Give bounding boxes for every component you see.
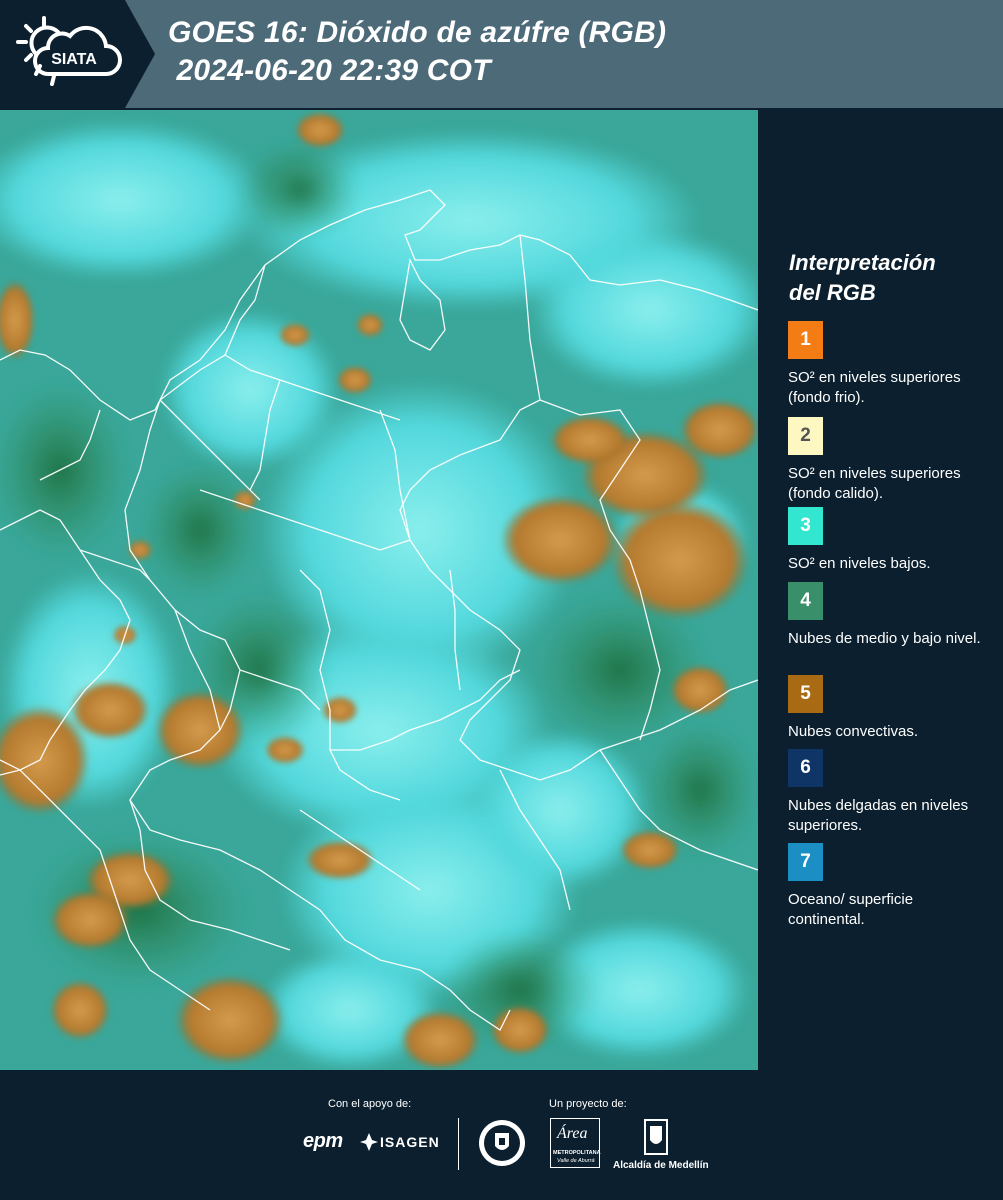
- legend-swatch-2: 2: [788, 417, 823, 455]
- legend-label-7: Oceano/ superficie continental.: [788, 891, 914, 928]
- epm-logo: epm: [303, 1130, 343, 1152]
- satellite-map[interactable]: [0, 110, 758, 1070]
- legend-label-3: SO² en niveles bajos.: [788, 555, 931, 572]
- alcaldia-label: Alcaldía de Medellín: [613, 1160, 709, 1171]
- legend-item-4: 4 Nubes de medio y bajo nivel.: [788, 582, 993, 649]
- legend-label-2: SO² en niveles superiores (fondo calido)…: [788, 465, 961, 502]
- isagen-icon: [360, 1133, 378, 1156]
- area-metro-sub1: METROPOLITANA: [553, 1150, 601, 1156]
- title-line-2: 2024-06-20 22:39 COT: [168, 54, 491, 87]
- legend-item-5: 5 Nubes convectivas.: [788, 675, 993, 742]
- support-label: Con el apoyo de:: [328, 1098, 412, 1110]
- siata-logo: SIATA: [16, 16, 122, 86]
- legend-item-2: 2 SO² en niveles superiores (fondo calid…: [788, 417, 993, 504]
- legend-title-line-2: del RGB: [789, 280, 876, 305]
- legend-title: Interpretación del RGB: [789, 248, 936, 308]
- legend-item-7: 7 Oceano/ superficie continental.: [788, 843, 993, 930]
- alcaldia-shield-icon: [643, 1118, 669, 1161]
- legend-swatch-5: 5: [788, 675, 823, 713]
- isagen-logo: ISAGEN: [380, 1134, 440, 1150]
- area-metropolitana-logo: Área METROPOLITANA Valle de Aburrá: [550, 1118, 601, 1168]
- legend-item-6: 6 Nubes delgadas en niveles superiores.: [788, 749, 993, 836]
- satellite-image: [0, 110, 758, 1070]
- area-metro-name: Área: [557, 1125, 588, 1142]
- legend-swatch-4: 4: [788, 582, 823, 620]
- footer-divider: [458, 1118, 459, 1170]
- medellin-seal-icon: [477, 1118, 527, 1173]
- legend-label-5: Nubes convectivas.: [788, 723, 919, 740]
- legend-swatch-1: 1: [788, 321, 823, 359]
- title-line-1: GOES 16: Dióxido de azúfre (RGB): [168, 16, 667, 49]
- legend-label-6: Nubes delgadas en niveles superiores.: [788, 797, 969, 834]
- legend-swatch-7: 7: [788, 843, 823, 881]
- legend-label-1: SO² en niveles superiores (fondo frio).: [788, 369, 961, 406]
- legend-label-4: Nubes de medio y bajo nivel.: [788, 630, 981, 647]
- legend-panel: Interpretación del RGB 1 SO² en niveles …: [775, 110, 1003, 1070]
- area-metro-sub2: Valle de Aburrá: [557, 1158, 595, 1164]
- logo-text: SIATA: [51, 51, 97, 68]
- legend-swatch-6: 6: [788, 749, 823, 787]
- logo-panel: SIATA: [0, 0, 155, 108]
- legend-title-line-1: Interpretación: [789, 250, 936, 275]
- legend-item-1: 1 SO² en niveles superiores (fondo frio)…: [788, 321, 993, 408]
- header: SIATA GOES 16: Dióxido de azúfre (RGB) 2…: [0, 0, 1003, 108]
- legend-swatch-3: 3: [788, 507, 823, 545]
- project-label: Un proyecto de:: [549, 1098, 627, 1110]
- legend-item-3: 3 SO² en niveles bajos.: [788, 507, 993, 574]
- footer: Con el apoyo de: Un proyecto de: epm ISA…: [0, 1070, 1003, 1200]
- page-title: GOES 16: Dióxido de azúfre (RGB) 2024-06…: [168, 14, 666, 90]
